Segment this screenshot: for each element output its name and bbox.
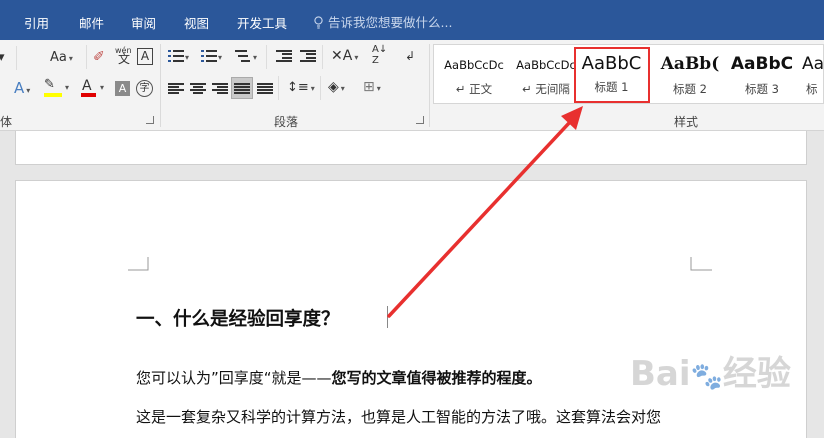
style-sample: AaBb( xyxy=(660,54,720,74)
watermark-text: Bai xyxy=(630,354,691,394)
paragraph-dialog-launcher[interactable] xyxy=(416,116,424,124)
paragraph-2[interactable]: 这是一套复杂又科学的计算方法，也算是人工智能的方法了哦。这套算法会对您 xyxy=(136,406,661,427)
tab-review[interactable]: 审阅 xyxy=(131,13,156,32)
distributed-icon[interactable] xyxy=(257,82,273,95)
highlight-dropdown[interactable]: ▾ xyxy=(65,80,69,96)
style-sample: AaBbCcDc xyxy=(516,58,576,72)
sort-button[interactable]: A↓ Z xyxy=(372,44,387,66)
baidu-watermark: Bai🐾经验 xyxy=(630,346,791,395)
line-spacing-button[interactable]: ↕≡ xyxy=(287,80,315,97)
sort-icon: A↓ Z xyxy=(372,44,388,66)
asian-layout-icon: ✕A xyxy=(331,48,353,64)
tell-me-box[interactable]: 告诉我您想要做什么... xyxy=(313,12,452,31)
style-heading-1[interactable]: AaBbC 标题 1 xyxy=(574,47,650,103)
highlighter-icon: ✎ xyxy=(44,77,55,92)
phonetic-guide-char: 文 xyxy=(118,52,131,66)
styles-gallery: AaBbCcDc ↵ 正文 AaBbCcDc ↵ 无间隔 AaBbC 标题 1 … xyxy=(433,44,824,104)
multilevel-list-icon[interactable] xyxy=(235,49,251,62)
increase-indent-icon[interactable] xyxy=(300,49,316,62)
font-group-label: 体 xyxy=(0,115,13,129)
font-color-bar xyxy=(81,93,96,97)
numbering-dropdown[interactable]: ▾ xyxy=(218,50,222,66)
ribbon-tab-bar: 引用 邮件 审阅 视图 开发工具 告诉我您想要做什么... xyxy=(0,0,824,40)
style-label: 标 xyxy=(806,82,818,96)
style-label: 标题 1 xyxy=(594,80,629,94)
font-size-dropdown-arrow[interactable]: ▾ xyxy=(0,50,5,66)
char-border-button[interactable]: A xyxy=(137,48,153,65)
change-case-button[interactable]: Aa xyxy=(50,50,73,67)
borders-button[interactable]: ⊞ xyxy=(363,79,381,97)
style-heading-2[interactable]: AaBb( 标题 2 xyxy=(654,48,726,101)
ribbon: ▾ Aa ✐ wén 文 A A ✎ ▾ A ▾ A 字 体 ▾ ▾ ▾ ✕A … xyxy=(0,40,824,131)
style-label: ↵ 无间隔 xyxy=(522,82,570,96)
font-dialog-launcher[interactable] xyxy=(146,116,154,124)
justify-icon xyxy=(234,82,250,95)
style-sample: Aa xyxy=(802,54,824,74)
paragraph-1-bold-text: 您写的文章值得被推荐的程度。 xyxy=(331,369,542,387)
borders-icon: ⊞ xyxy=(363,79,375,95)
align-left-icon[interactable] xyxy=(168,82,184,95)
justify-button[interactable] xyxy=(231,77,253,99)
char-shading-button[interactable]: A xyxy=(115,81,130,96)
style-sample: AaBbC xyxy=(581,53,642,74)
style-label: 标题 2 xyxy=(673,82,707,96)
paw-icon: 🐾 xyxy=(690,362,723,392)
document-page-previous xyxy=(15,131,807,165)
tab-references[interactable]: 引用 xyxy=(24,13,49,32)
style-normal[interactable]: AaBbCcDc ↵ 正文 xyxy=(438,48,510,101)
numbering-icon[interactable] xyxy=(201,49,217,62)
document-heading[interactable]: 一、什么是经验回享度？ xyxy=(136,305,340,331)
margin-corner-mark xyxy=(128,257,149,271)
chinese-layout-button[interactable]: ✕A xyxy=(331,48,358,66)
align-right-icon[interactable] xyxy=(212,82,228,95)
clear-format-icon[interactable]: ✐ xyxy=(93,49,105,65)
style-sample: AaBbC xyxy=(730,54,794,74)
tell-me-text: 告诉我您想要做什么... xyxy=(328,15,453,30)
tab-mailings[interactable]: 邮件 xyxy=(79,13,104,32)
font-color-button[interactable]: A xyxy=(82,78,92,94)
decrease-indent-icon[interactable] xyxy=(276,49,292,62)
text-cursor xyxy=(387,306,388,328)
bullets-dropdown[interactable]: ▾ xyxy=(185,50,189,66)
align-center-icon[interactable] xyxy=(190,82,206,95)
watermark-suffix: 经验 xyxy=(722,354,791,394)
document-page[interactable]: 一、什么是经验回享度？ 您可以认为”回享度“就是——您写的文章值得被推荐的程度。… xyxy=(15,180,807,438)
font-color-dropdown[interactable]: ▾ xyxy=(100,80,104,96)
paragraph-group-label: 段落 xyxy=(274,115,299,129)
show-marks-button[interactable]: ↲ xyxy=(405,48,415,64)
tab-view[interactable]: 视图 xyxy=(184,13,209,32)
style-label: ↵ 正文 xyxy=(455,82,493,96)
multilevel-dropdown[interactable]: ▾ xyxy=(253,50,257,66)
style-no-spacing[interactable]: AaBbCcDc ↵ 无间隔 xyxy=(510,48,582,101)
text-effects-button[interactable]: A xyxy=(14,80,30,99)
lightbulb-icon xyxy=(314,16,323,29)
paragraph-1[interactable]: 您可以认为”回享度“就是——您写的文章值得被推荐的程度。 xyxy=(136,367,542,388)
group-separator xyxy=(429,44,430,127)
paragraph-mark-icon: ↲ xyxy=(405,49,416,63)
line-spacing-icon: ↕≡ xyxy=(287,80,309,95)
style-title[interactable]: Aa 标 xyxy=(798,48,824,101)
group-separator xyxy=(160,44,161,127)
style-heading-3[interactable]: AaBbC 标题 3 xyxy=(726,48,798,101)
shading-button[interactable]: ◈ xyxy=(328,79,345,97)
highlight-button[interactable]: ✎ xyxy=(44,77,55,93)
styles-group-label: 样式 xyxy=(674,115,699,129)
bullets-icon[interactable] xyxy=(168,49,184,62)
paragraph-1-text: 您可以认为”回享度“就是—— xyxy=(136,369,332,387)
style-sample: AaBbCcDc xyxy=(444,58,504,72)
highlight-color-bar xyxy=(44,93,62,97)
tab-developer[interactable]: 开发工具 xyxy=(237,13,287,32)
paint-bucket-icon: ◈ xyxy=(328,79,339,95)
enclose-char-button[interactable]: 字 xyxy=(136,80,153,97)
style-label: 标题 3 xyxy=(745,82,779,96)
margin-corner-mark xyxy=(690,257,712,271)
